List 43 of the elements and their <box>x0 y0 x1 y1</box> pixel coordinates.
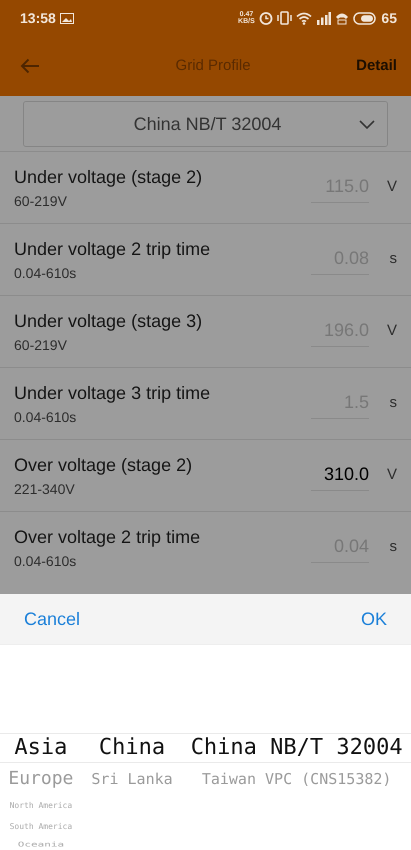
value-field[interactable]: 310.0 <box>311 460 369 490</box>
alarm-icon <box>259 11 274 25</box>
unit-label: V <box>386 465 397 486</box>
unit-label: s <box>388 537 397 558</box>
setting-label: Over voltage (stage 2) <box>14 454 192 477</box>
setting-label: Under voltage 2 trip time <box>14 238 210 261</box>
unit-label: s <box>388 249 397 270</box>
chevron-down-icon <box>358 120 375 128</box>
range-text: 0.04-610s <box>14 264 78 282</box>
picker-item[interactable]: China <box>98 733 166 763</box>
range-text: 0.04-610s <box>14 552 78 570</box>
picker-item[interactable]: Europe <box>8 763 74 795</box>
picker-item[interactable]: South America <box>10 817 72 837</box>
battery-icon <box>353 12 378 24</box>
hd-call-icon <box>335 11 350 25</box>
status-time: 13:58 <box>20 8 56 28</box>
setting-label: Under voltage (stage 2) <box>14 166 202 189</box>
picker-item[interactable]: North America <box>10 795 72 817</box>
range-text: 0.04-610s <box>14 408 78 426</box>
range-text: 60-219V <box>14 192 68 210</box>
grid-profile-dropdown[interactable]: China NB/T 32004 <box>23 101 388 147</box>
battery-level: 65 <box>381 8 397 28</box>
image-icon <box>60 12 74 24</box>
detail-button[interactable]: Detail <box>356 54 397 78</box>
back-arrow-icon[interactable] <box>20 58 40 74</box>
picker-item[interactable]: Asia <box>14 733 68 763</box>
range-text: 221-340V <box>14 480 76 498</box>
vibrate-icon <box>277 11 292 25</box>
setting-label: Under voltage (stage 3) <box>14 310 202 333</box>
wifi-icon <box>296 12 312 24</box>
setting-label: Over voltage 2 trip time <box>14 526 200 549</box>
screen-title: Grid Profile <box>176 56 251 76</box>
cancel-button[interactable]: Cancel <box>24 606 80 632</box>
signal-icon <box>316 12 332 24</box>
unit-label: V <box>386 177 397 198</box>
picker-item[interactable]: China NB/T 32004 <box>190 733 403 763</box>
range-text: 60-219V <box>14 336 68 354</box>
setting-label: Under voltage 3 trip time <box>14 382 210 405</box>
ok-button[interactable]: OK <box>360 606 387 632</box>
picker-item[interactable]: Sri Lanka <box>91 763 173 795</box>
unit-label: s <box>388 393 397 414</box>
picker-item[interactable]: Taiwan VPC (CNS15382) <box>202 763 392 795</box>
unit-label: V <box>386 321 397 342</box>
